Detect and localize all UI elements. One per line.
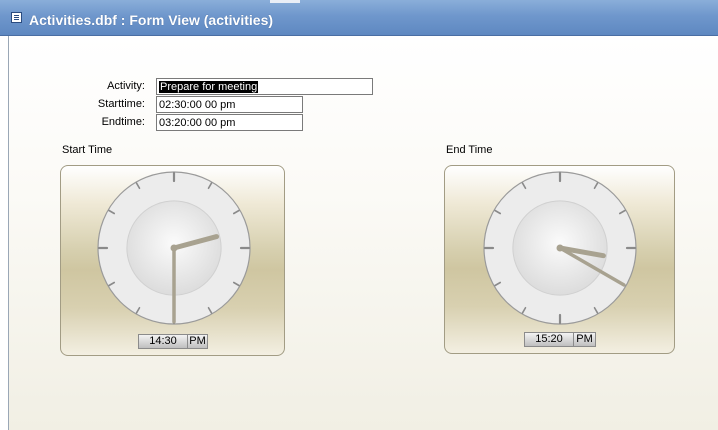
title-bar-notch — [270, 0, 300, 3]
endtime-label: Endtime: — [101, 116, 145, 128]
start-clock-face — [97, 171, 251, 325]
start-clock-panel[interactable]: 14:30 PM — [60, 165, 285, 356]
start-clock-center-pin — [170, 244, 178, 252]
end-time-heading: End Time — [446, 144, 493, 156]
window-title: Activities.dbf : Form View (activities) — [29, 12, 274, 28]
end-time-value: 15:20 — [525, 333, 574, 346]
start-time-value: 14:30 — [139, 335, 188, 348]
starttime-field[interactable]: 02:30:00 00 pm — [156, 96, 303, 113]
activity-field[interactable]: Prepare for meeting — [156, 78, 373, 95]
endtime-field[interactable]: 03:20:00 00 pm — [156, 114, 303, 131]
form-area: Activity: Prepare for meeting Starttime:… — [8, 36, 718, 430]
end-clock-center-pin — [556, 244, 564, 252]
starttime-label: Starttime: — [97, 98, 145, 110]
title-bar[interactable]: Activities.dbf : Form View (activities) — [0, 0, 718, 36]
start-ampm-value: PM — [189, 335, 206, 347]
activity-label: Activity: — [107, 80, 145, 92]
end-clock-face — [483, 171, 637, 325]
activity-value: Prepare for meeting — [159, 81, 259, 93]
end-time-display[interactable]: 15:20 PM — [524, 332, 596, 347]
start-time-display[interactable]: 14:30 PM — [138, 334, 208, 349]
end-clock-panel[interactable]: 15:20 PM — [444, 165, 675, 354]
end-ampm-value: PM — [576, 333, 593, 345]
form-icon[interactable] — [11, 12, 22, 23]
start-time-heading: Start Time — [62, 144, 113, 156]
